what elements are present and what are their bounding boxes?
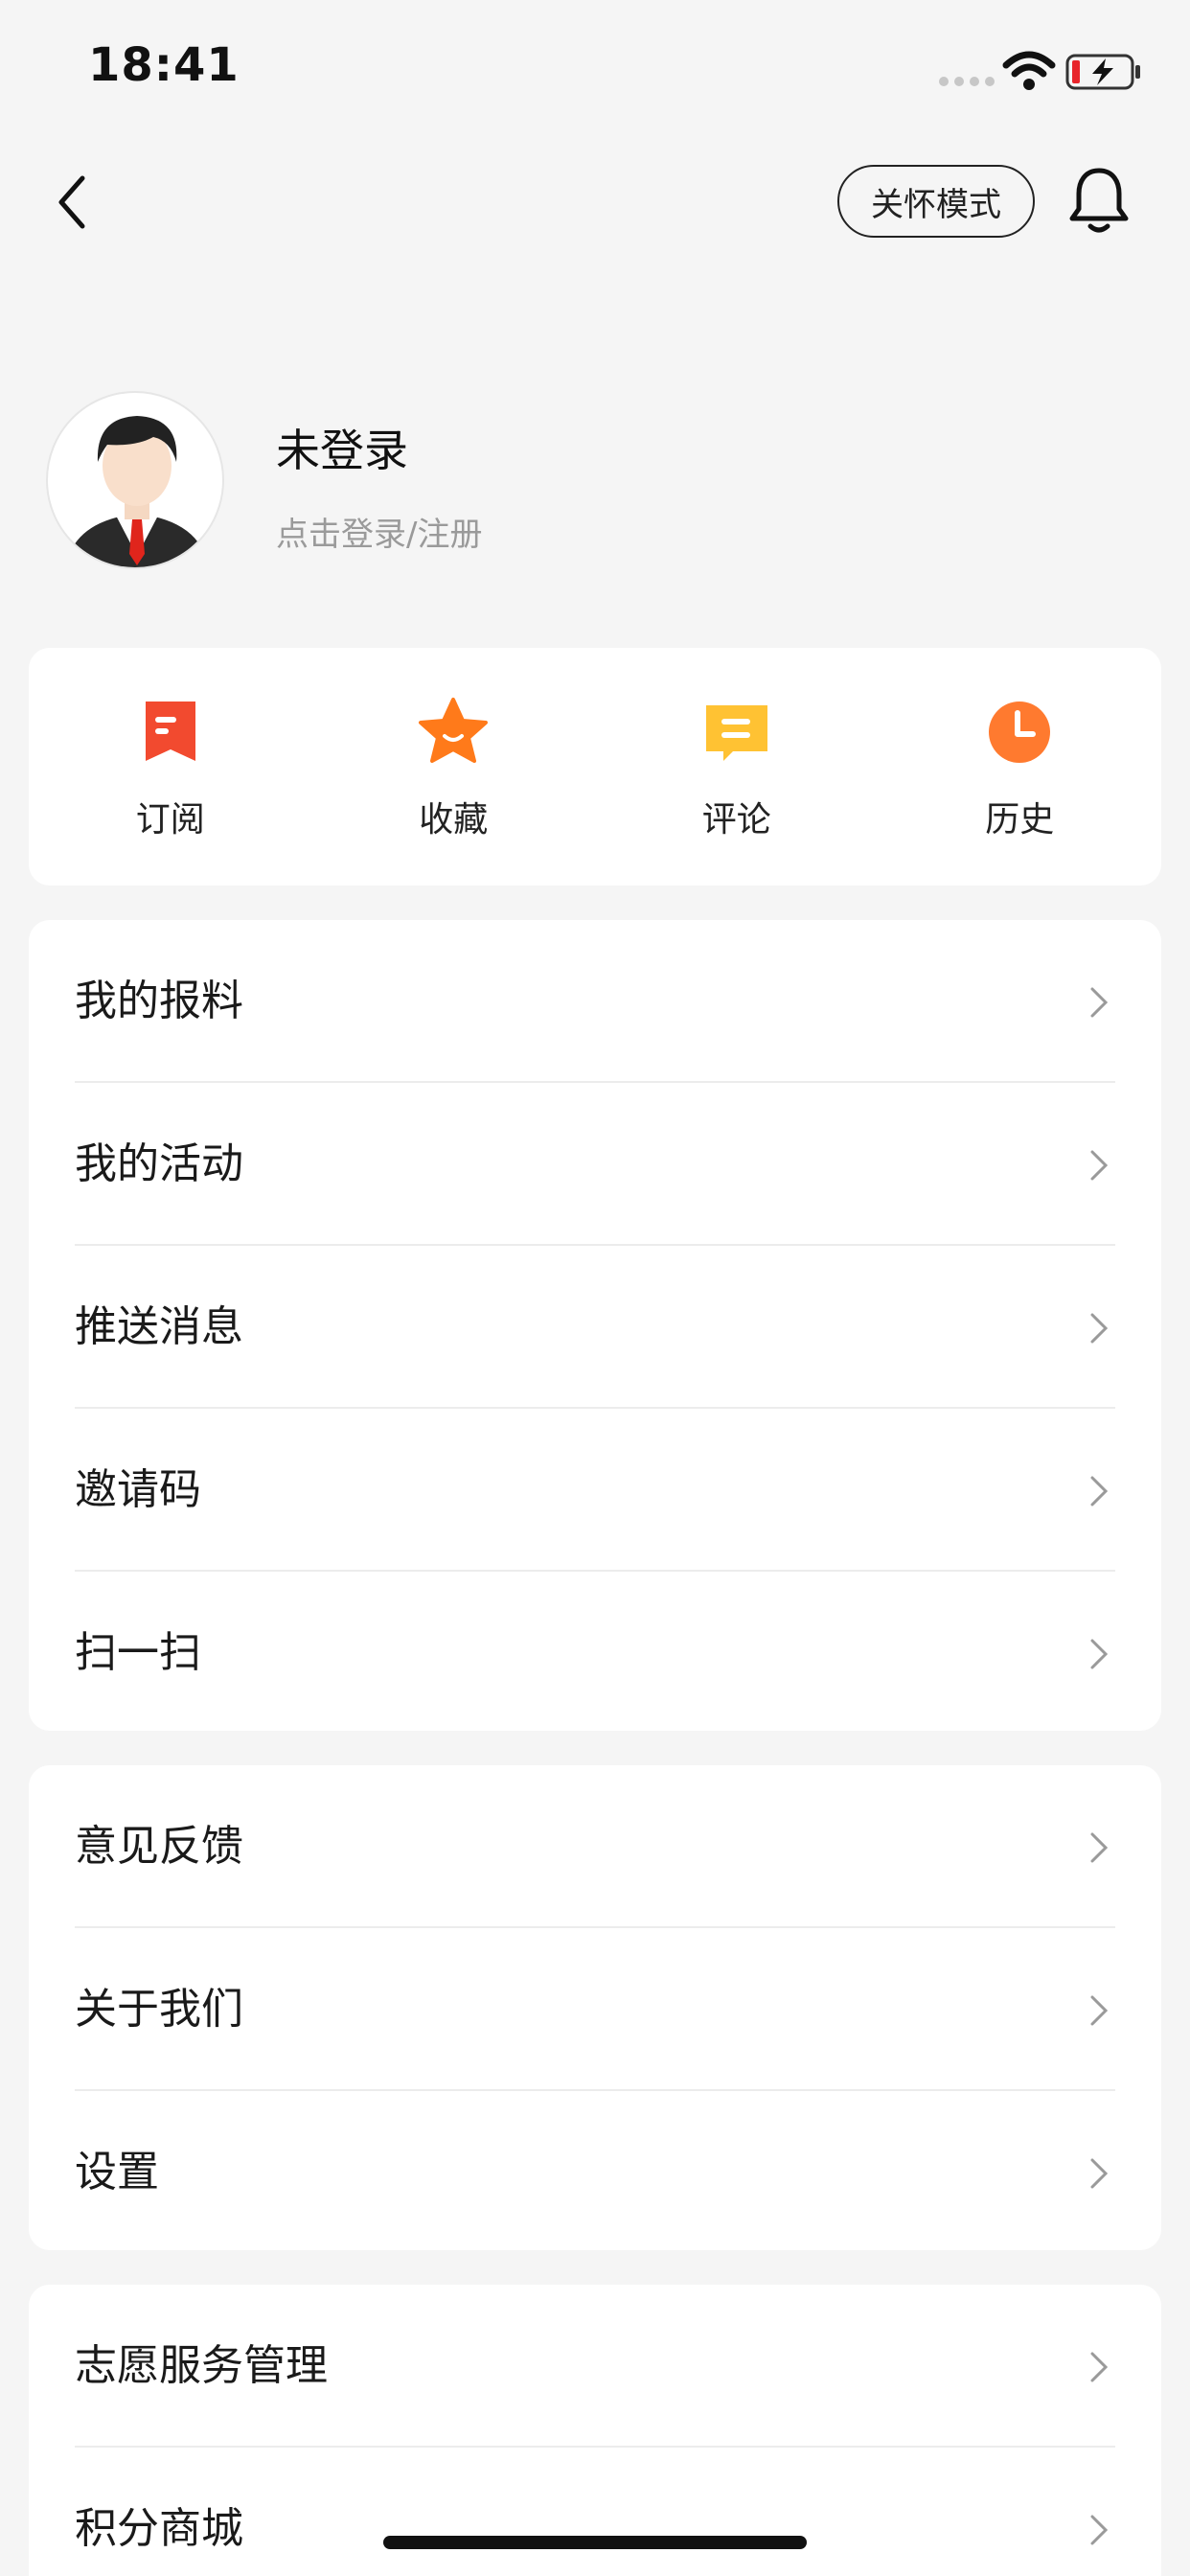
chevron-right-icon xyxy=(1090,1832,1109,1863)
menu-item-label: 志愿服务管理 xyxy=(75,2341,328,2390)
menu-item-label: 我的报料 xyxy=(75,977,243,1025)
chevron-right-icon xyxy=(1090,1150,1109,1181)
menu-item-volunteer-management[interactable]: 志愿服务管理 xyxy=(29,2285,1161,2448)
default-avatar-icon xyxy=(65,416,209,567)
menu-group-2: 意见反馈 关于我们 设置 xyxy=(29,1765,1161,2250)
menu-item-label: 意见反馈 xyxy=(75,1822,243,1871)
back-icon[interactable] xyxy=(50,169,96,236)
battery-icon xyxy=(1065,54,1140,90)
menu-item-about-us[interactable]: 关于我们 xyxy=(29,1928,1161,2091)
quick-action-subscribe[interactable]: 订阅 xyxy=(29,648,312,886)
quick-action-label: 评论 xyxy=(701,800,771,840)
menu-item-label: 扫一扫 xyxy=(75,1628,201,1677)
quick-action-label: 订阅 xyxy=(135,800,205,840)
menu-item-points-mall[interactable]: 积分商城 xyxy=(29,2448,1161,2576)
menu-item-label: 积分商城 xyxy=(75,2504,243,2553)
cellular-signal-icon xyxy=(939,77,995,86)
status-time: 18:41 xyxy=(88,38,240,92)
menu-item-scan[interactable]: 扫一扫 xyxy=(29,1572,1161,1735)
profile-name[interactable]: 未登录 xyxy=(276,416,408,479)
chevron-right-icon xyxy=(1090,987,1109,1018)
clock-icon xyxy=(989,702,1051,763)
bell-icon[interactable] xyxy=(1065,161,1133,236)
menu-item-label: 设置 xyxy=(75,2148,159,2196)
profile-page: 18:41 关怀模式 未登录 点击登录/注册 订阅 收藏 评论 历史 我的报料 … xyxy=(0,0,1190,2576)
login-register-link[interactable]: 点击登录/注册 xyxy=(276,508,482,555)
menu-item-my-activities[interactable]: 我的活动 xyxy=(29,1083,1161,1246)
menu-item-feedback[interactable]: 意见反馈 xyxy=(29,1765,1161,1928)
status-bar: 18:41 xyxy=(0,0,1190,144)
quick-action-label: 历史 xyxy=(985,800,1055,840)
chevron-right-icon xyxy=(1090,1995,1109,2026)
star-icon xyxy=(419,698,489,763)
avatar[interactable] xyxy=(46,391,224,569)
home-indicator[interactable] xyxy=(383,2536,807,2549)
quick-action-comments[interactable]: 评论 xyxy=(595,648,879,886)
care-mode-button[interactable]: 关怀模式 xyxy=(837,165,1035,238)
menu-item-push-messages[interactable]: 推送消息 xyxy=(29,1246,1161,1409)
menu-item-invite-code[interactable]: 邀请码 xyxy=(29,1409,1161,1572)
menu-item-label: 推送消息 xyxy=(75,1302,243,1351)
quick-action-history[interactable]: 历史 xyxy=(879,648,1162,886)
menu-group-1: 我的报料 我的活动 推送消息 邀请码 扫一扫 xyxy=(29,920,1161,1731)
menu-item-my-reports[interactable]: 我的报料 xyxy=(29,920,1161,1083)
chevron-right-icon xyxy=(1090,2515,1109,2545)
chevron-right-icon xyxy=(1090,2158,1109,2189)
chevron-right-icon xyxy=(1090,1476,1109,1506)
wifi-icon xyxy=(1002,51,1056,90)
menu-item-label: 关于我们 xyxy=(75,1985,243,2034)
menu-item-settings[interactable]: 设置 xyxy=(29,2091,1161,2254)
menu-group-3: 志愿服务管理 积分商城 xyxy=(29,2285,1161,2576)
quick-action-favorites[interactable]: 收藏 xyxy=(312,648,596,886)
quick-actions-card: 订阅 收藏 评论 历史 xyxy=(29,648,1161,886)
comment-icon xyxy=(705,705,767,761)
quick-action-label: 收藏 xyxy=(419,800,489,840)
menu-item-label: 我的活动 xyxy=(75,1139,243,1188)
menu-item-label: 邀请码 xyxy=(75,1465,201,1514)
chevron-right-icon xyxy=(1090,1313,1109,1344)
chevron-right-icon xyxy=(1090,2352,1109,2382)
chevron-right-icon xyxy=(1090,1639,1109,1669)
bookmark-icon xyxy=(145,702,195,761)
